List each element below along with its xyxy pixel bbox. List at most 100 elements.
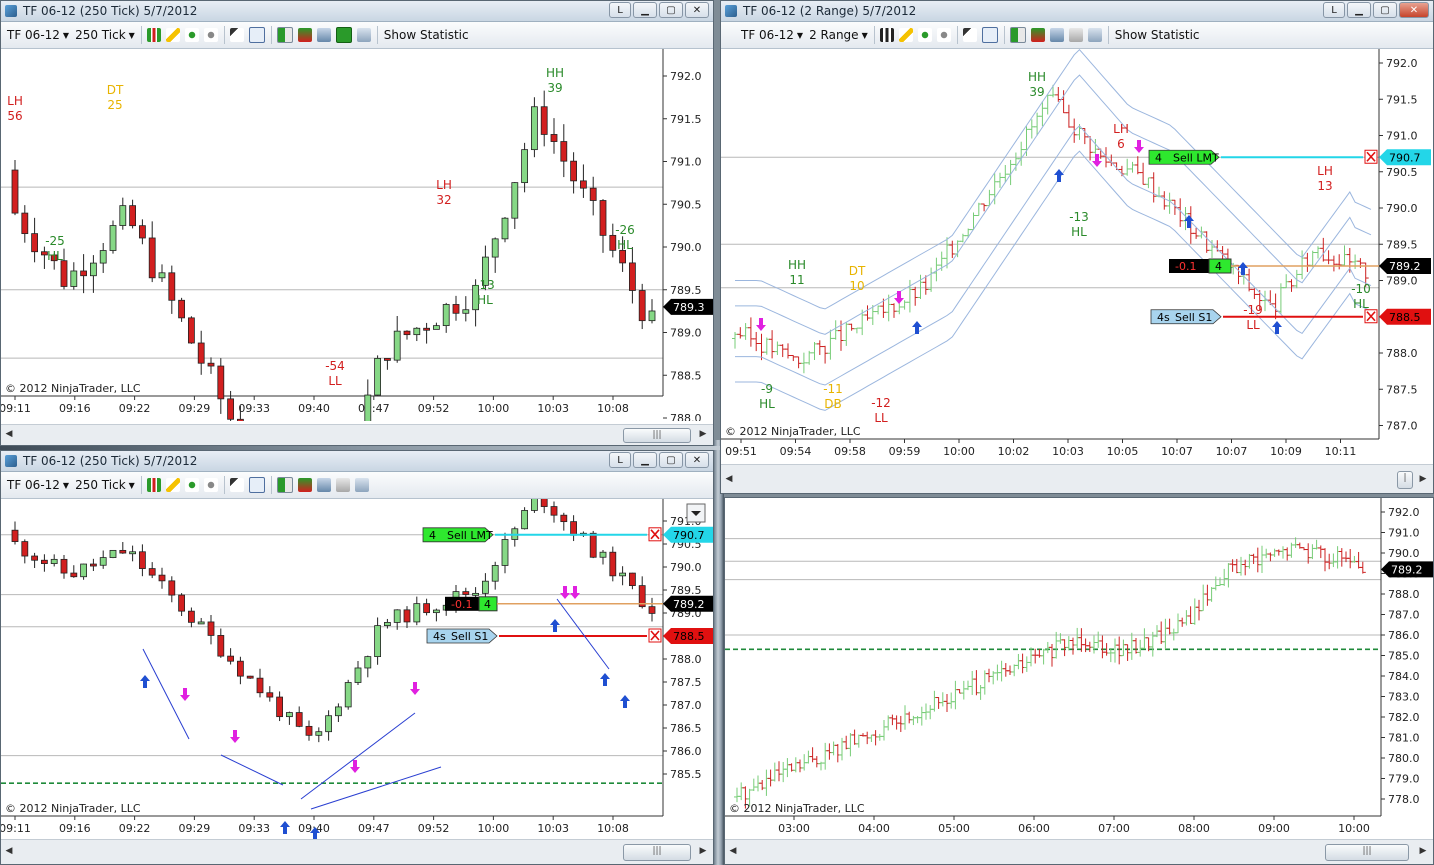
swing-label-type: -26 — [615, 223, 635, 237]
time-tick-label: 09:29 — [179, 402, 211, 415]
maximize-icon[interactable]: ▢ — [659, 452, 683, 468]
scroll-thumb[interactable]: ||| — [1325, 844, 1409, 861]
zoom-out-icon[interactable] — [981, 27, 998, 43]
horizontal-scrollbar[interactable]: ◀ ||| ▶ — [1, 424, 713, 445]
period-label: 2 Range — [809, 28, 859, 42]
maximize-icon[interactable]: ▢ — [659, 2, 683, 18]
scroll-right-icon[interactable]: ▶ — [1417, 845, 1429, 858]
templates-icon[interactable] — [1068, 28, 1083, 42]
candlestick-style-icon[interactable] — [146, 478, 161, 492]
pointer-icon[interactable] — [229, 28, 244, 42]
scroll-left-icon[interactable]: ◀ — [727, 845, 739, 858]
price-tick-label: 790.5 — [1386, 166, 1418, 179]
candle-down — [119, 549, 127, 554]
candle-up — [393, 330, 401, 361]
scroll-thumb[interactable]: | — [1397, 471, 1413, 489]
pointer-icon[interactable] — [962, 28, 977, 42]
strategies-icon[interactable] — [316, 478, 331, 492]
minimize-icon[interactable]: ▁ — [1347, 2, 1371, 18]
strategies-icon[interactable] — [1049, 28, 1064, 42]
price-chart[interactable]: 792.0 791.5 791.0 790.5 790.0 789.5 789.0 788.5… — [721, 49, 1433, 465]
scroll-thumb[interactable]: ||| — [623, 844, 691, 861]
close-icon[interactable]: ✕ — [1399, 2, 1429, 18]
title-bar[interactable]: TF 06-12 (250 Tick) 5/7/2012 L ▁ ▢ ✕ — [1, 451, 713, 472]
candlestick-style-icon[interactable] — [146, 28, 161, 42]
zoom-icon[interactable] — [203, 28, 218, 42]
price-chart[interactable]: 792.0791.0790.0789.0788.0787.0786.0785.0… — [725, 498, 1433, 840]
scroll-right-icon[interactable]: ▶ — [1417, 473, 1429, 486]
candle-down — [648, 606, 656, 614]
maximize-icon[interactable]: ▢ — [1373, 2, 1397, 18]
dollar-icon[interactable] — [335, 27, 352, 43]
close-icon[interactable]: ✕ — [685, 452, 709, 468]
bar-style-icon[interactable] — [879, 28, 894, 42]
horizontal-scrollbar[interactable]: ◀ | ▶ — [721, 464, 1433, 493]
crosshair-icon[interactable] — [917, 28, 932, 42]
zoom-out-icon[interactable] — [248, 27, 265, 43]
swing-label-value: 6 — [1117, 137, 1125, 151]
indicators-icon[interactable] — [297, 478, 312, 492]
data-series-icon[interactable] — [1009, 27, 1026, 43]
link-button[interactable]: L — [609, 452, 631, 468]
horizontal-scrollbar[interactable]: ◀ ||| ▶ — [725, 839, 1433, 864]
link-button[interactable]: L — [1323, 2, 1345, 18]
link-button[interactable]: L — [609, 2, 631, 18]
indicators-icon[interactable] — [297, 28, 312, 42]
candle-down — [276, 696, 284, 718]
scroll-left-icon[interactable]: ◀ — [3, 845, 15, 858]
strategies-icon[interactable] — [316, 28, 331, 42]
instrument-selector[interactable]: TF 06-12 ▼ — [7, 28, 69, 42]
zoom-out-icon[interactable] — [248, 477, 265, 493]
time-tick-label: 09:00 — [1258, 822, 1290, 835]
sell-arrow-icon — [1134, 140, 1144, 153]
properties-icon[interactable] — [356, 28, 371, 42]
chart-window-bottom-right[interactable]: 792.0791.0790.0789.0788.0787.0786.0785.0… — [724, 497, 1434, 865]
chart-window-bottom-left[interactable]: TF 06-12 (250 Tick) 5/7/2012 L ▁ ▢ ✕ TF … — [0, 450, 714, 865]
pencil-icon[interactable] — [898, 28, 913, 42]
data-series-icon[interactable] — [276, 477, 293, 493]
time-tick-label: 10:00 — [478, 402, 510, 415]
crosshair-icon[interactable] — [184, 28, 199, 42]
candle-down — [11, 529, 19, 542]
zoom-icon[interactable] — [203, 478, 218, 492]
minimize-icon[interactable]: ▁ — [633, 452, 657, 468]
swing-label-value: HL — [1071, 225, 1087, 239]
pencil-icon[interactable] — [165, 28, 180, 42]
price-tick-label: 789.5 — [1386, 238, 1418, 251]
period-selector[interactable]: 2 Range ▼ — [809, 28, 868, 42]
templates-icon[interactable] — [335, 478, 350, 492]
minimize-icon[interactable]: ▁ — [633, 2, 657, 18]
scroll-left-icon[interactable]: ◀ — [723, 473, 735, 486]
scroll-left-icon[interactable]: ◀ — [3, 428, 15, 441]
crosshair-icon[interactable] — [184, 478, 199, 492]
properties-icon[interactable] — [354, 478, 369, 492]
period-selector[interactable]: 250 Tick ▼ — [75, 478, 135, 492]
swing-label-type: -9 — [761, 382, 773, 396]
price-chart[interactable]: 791.0790.5790.0789.5789.0788.5788.0787.5… — [1, 499, 713, 839]
data-series-icon[interactable] — [276, 27, 293, 43]
scroll-right-icon[interactable]: ▶ — [697, 845, 709, 858]
pencil-icon[interactable] — [165, 478, 180, 492]
title-bar[interactable]: TF 06-12 (250 Tick) 5/7/2012 L ▁ ▢ ✕ — [1, 1, 713, 22]
candle-up — [315, 731, 323, 736]
buy-arrow-icon — [1238, 262, 1248, 275]
show-statistic-button[interactable]: Show Statistic — [1115, 28, 1200, 42]
period-selector[interactable]: 250 Tick ▼ — [75, 28, 135, 42]
scroll-thumb[interactable]: ||| — [623, 428, 691, 443]
properties-icon[interactable] — [1087, 28, 1102, 42]
chart-window-top-left[interactable]: TF 06-12 (250 Tick) 5/7/2012 L ▁ ▢ ✕ TF … — [0, 0, 714, 446]
pointer-icon[interactable] — [229, 478, 244, 492]
chart-window-top-right[interactable]: TF 06-12 (2 Range) 5/7/2012 L ▁ ▢ ✕ TF 0… — [720, 0, 1434, 494]
title-bar[interactable]: TF 06-12 (2 Range) 5/7/2012 L ▁ ▢ ✕ — [721, 1, 1433, 22]
instrument-selector[interactable]: TF 06-12 ▼ — [7, 478, 69, 492]
zoom-icon[interactable] — [936, 28, 951, 42]
horizontal-scrollbar[interactable]: ◀ ||| ▶ — [1, 839, 713, 864]
scroll-right-icon[interactable]: ▶ — [697, 428, 709, 441]
price-chart[interactable]: 792.0 791.5 791.0 790.5 790.0 789.5 789.0 788.5… — [1, 49, 713, 421]
candle-up — [442, 304, 450, 327]
indicators-icon[interactable] — [1030, 28, 1045, 42]
instrument-selector[interactable]: TF 06-12 ▼ — [741, 28, 803, 42]
close-icon[interactable]: ✕ — [685, 2, 709, 18]
chevron-down-icon: ▼ — [128, 480, 135, 490]
show-statistic-button[interactable]: Show Statistic — [384, 28, 469, 42]
